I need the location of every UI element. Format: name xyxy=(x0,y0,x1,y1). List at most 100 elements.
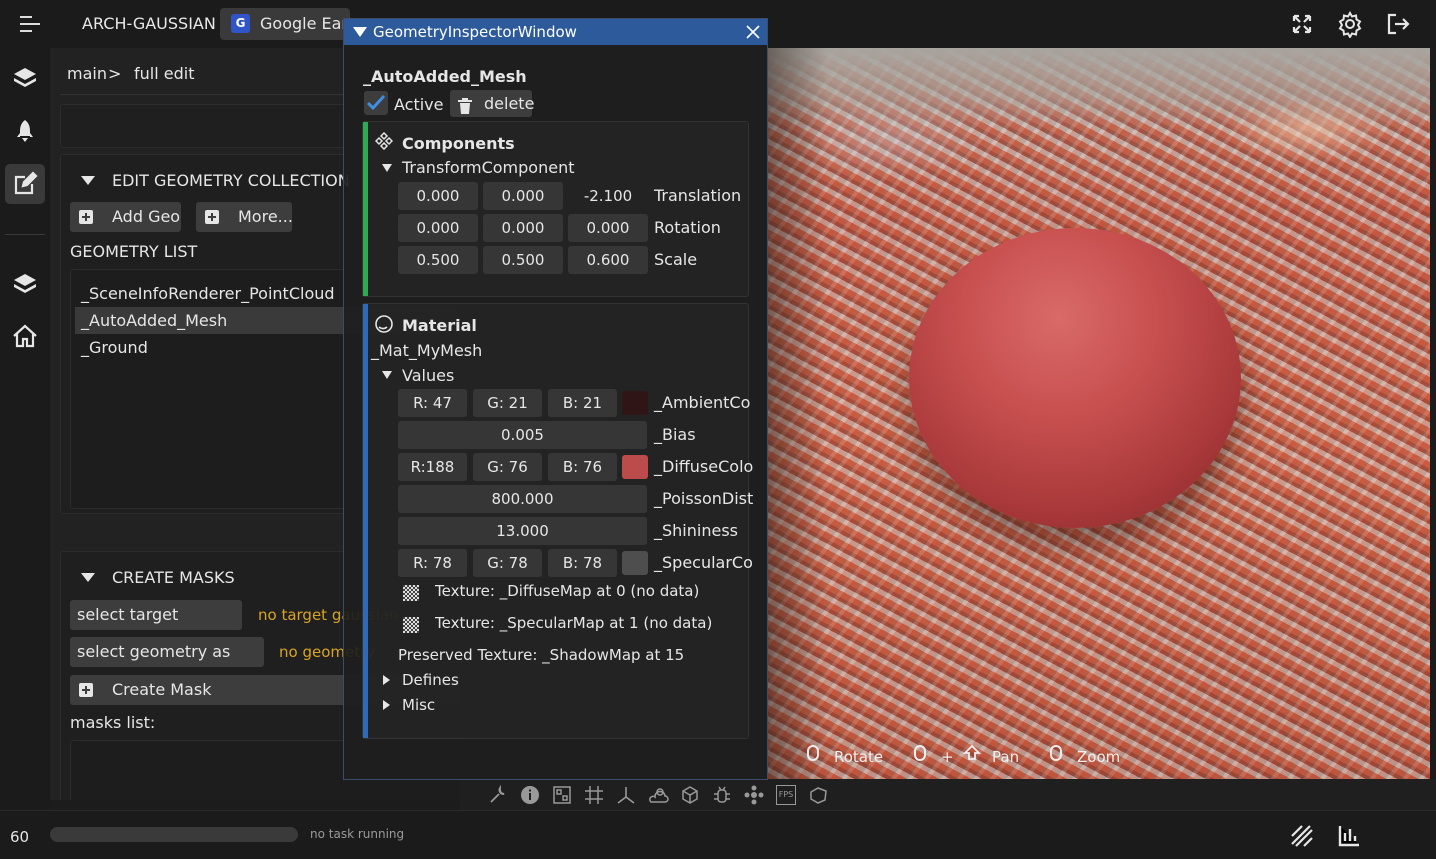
specular-swatch[interactable] xyxy=(622,551,648,575)
expand-icon[interactable] xyxy=(383,675,390,685)
diffuse-b[interactable]: B: 76 xyxy=(548,453,617,481)
shininess-field[interactable]: 13.000 xyxy=(398,517,647,545)
diffuse-g[interactable]: G: 76 xyxy=(473,453,542,481)
hatch-icon[interactable] xyxy=(1290,824,1314,852)
active-label: Active xyxy=(394,95,444,114)
mouse-icon xyxy=(914,745,926,761)
inspector-body: _AutoAdded_Mesh Active delete Components… xyxy=(344,45,767,779)
task-progress-bar xyxy=(50,827,298,842)
active-checkbox[interactable] xyxy=(364,91,388,115)
cube-icon[interactable] xyxy=(680,785,700,805)
bug-icon[interactable] xyxy=(712,785,732,805)
diffuse-swatch[interactable] xyxy=(622,455,648,479)
stats-icon[interactable] xyxy=(1337,823,1361,851)
left-rail xyxy=(0,48,50,810)
scale-z[interactable]: 0.600 xyxy=(568,246,648,274)
ambient-g[interactable]: G: 21 xyxy=(473,389,542,417)
scale-label: Scale xyxy=(654,250,698,269)
fullscreen-icon[interactable] xyxy=(1288,10,1316,38)
add-geo-button[interactable]: Add Geo xyxy=(70,202,181,232)
collapse-toggle-icon[interactable] xyxy=(81,573,95,582)
translation-z[interactable]: -2.100 xyxy=(568,182,648,210)
mouse-icon xyxy=(1050,745,1062,761)
tab-google-earth[interactable]: G Google Earth xyxy=(220,8,350,40)
create-masks-title: CREATE MASKS xyxy=(112,568,235,587)
logout-icon[interactable] xyxy=(1384,10,1412,38)
status-bar: 60 no task running xyxy=(0,810,1436,859)
rotation-y[interactable]: 0.000 xyxy=(483,214,563,242)
material-icon xyxy=(374,314,394,338)
home-icon[interactable] xyxy=(5,316,45,356)
qr-icon[interactable] xyxy=(552,785,572,805)
expand-icon[interactable] xyxy=(382,371,392,379)
add-icon xyxy=(79,683,93,697)
bias-label: _Bias xyxy=(654,425,696,444)
more-button[interactable]: More... xyxy=(196,202,293,232)
axes-icon[interactable] xyxy=(616,785,636,805)
info-icon[interactable] xyxy=(520,785,540,805)
edit-icon[interactable] xyxy=(5,164,45,204)
rotate-hint: Rotate xyxy=(834,748,884,766)
window-title: GeometryInspectorWindow xyxy=(373,23,577,41)
breadcrumb-separator: > xyxy=(108,64,122,83)
weather-icon[interactable] xyxy=(648,785,669,805)
layers-icon[interactable] xyxy=(5,264,45,304)
poisson-field[interactable]: 800.000 xyxy=(398,485,647,513)
close-icon[interactable] xyxy=(745,24,761,44)
specular-g[interactable]: G: 78 xyxy=(473,549,542,577)
window-titlebar[interactable]: GeometryInspectorWindow xyxy=(344,19,767,45)
components-panel: Components TransformComponent 0.000 0.00… xyxy=(362,121,749,297)
poisson-label: _PoissonDist xyxy=(654,489,754,508)
rail-divider xyxy=(5,234,45,235)
object-name: _AutoAdded_Mesh xyxy=(363,67,527,86)
ambient-r[interactable]: R: 47 xyxy=(398,389,467,417)
menu-icon[interactable] xyxy=(18,12,42,36)
specular-b[interactable]: B: 78 xyxy=(548,549,617,577)
rotation-label: Rotation xyxy=(654,218,721,237)
layers-icon[interactable] xyxy=(5,58,45,98)
values-title: Values xyxy=(402,366,455,385)
masks-list-label: masks list: xyxy=(70,713,156,732)
ambient-swatch[interactable] xyxy=(622,391,648,415)
preserved-texture: Preserved Texture: _ShadowMap at 15 xyxy=(398,646,685,664)
rotation-x[interactable]: 0.000 xyxy=(398,214,478,242)
translation-y[interactable]: 0.000 xyxy=(483,182,563,210)
specular-label: _SpecularCo xyxy=(654,553,753,572)
specular-r[interactable]: R: 78 xyxy=(398,549,467,577)
box3d-icon[interactable] xyxy=(808,785,828,805)
grid-icon[interactable] xyxy=(584,785,604,805)
rotation-z[interactable]: 0.000 xyxy=(568,214,648,242)
expand-icon[interactable] xyxy=(382,164,392,172)
material-panel: Material _Mat_MyMesh Values R: 47 G: 21 … xyxy=(362,303,753,739)
breadcrumb-root[interactable]: main xyxy=(67,64,107,83)
collapse-toggle-icon[interactable] xyxy=(81,176,95,185)
scale-x[interactable]: 0.500 xyxy=(398,246,478,274)
rocket-icon[interactable] xyxy=(5,111,45,151)
translation-x[interactable]: 0.000 xyxy=(398,182,478,210)
ambient-b[interactable]: B: 21 xyxy=(548,389,617,417)
fps-icon[interactable]: FPS xyxy=(776,785,796,805)
defines-section[interactable]: Defines xyxy=(402,671,459,689)
add-geo-label: Add Geo xyxy=(112,207,181,226)
diffuse-label: _DiffuseColo xyxy=(654,457,754,476)
select-target-gaussian-button[interactable]: select target gaussian xyxy=(70,600,242,654)
diffuse-r[interactable]: R:188 xyxy=(398,453,467,481)
select-geometry-mask-button[interactable]: select geometry as mask xyxy=(70,637,264,691)
collapse-icon[interactable] xyxy=(353,27,367,37)
geometry-inspector-window[interactable]: GeometryInspectorWindow _AutoAdded_Mesh … xyxy=(343,18,768,780)
breadcrumb-current: full edit xyxy=(134,64,195,83)
3d-viewport[interactable]: Rotate + Pan Zoom xyxy=(767,48,1430,779)
bias-field[interactable]: 0.005 xyxy=(398,421,647,449)
scale-y[interactable]: 0.500 xyxy=(483,246,563,274)
settings-icon[interactable] xyxy=(1336,10,1364,40)
expand-icon[interactable] xyxy=(383,700,390,710)
check-icon xyxy=(366,94,386,111)
create-mask-label: Create Mask xyxy=(112,680,212,699)
misc-section[interactable]: Misc xyxy=(402,696,435,714)
splat-icon[interactable] xyxy=(744,785,764,805)
ambient-label: _AmbientCo xyxy=(654,393,751,412)
red-sphere-mesh[interactable] xyxy=(909,228,1241,528)
wrench-icon[interactable] xyxy=(488,784,508,805)
delete-button[interactable]: delete xyxy=(450,90,534,117)
texture-diffuse: Texture: _DiffuseMap at 0 (no data) xyxy=(435,582,700,600)
